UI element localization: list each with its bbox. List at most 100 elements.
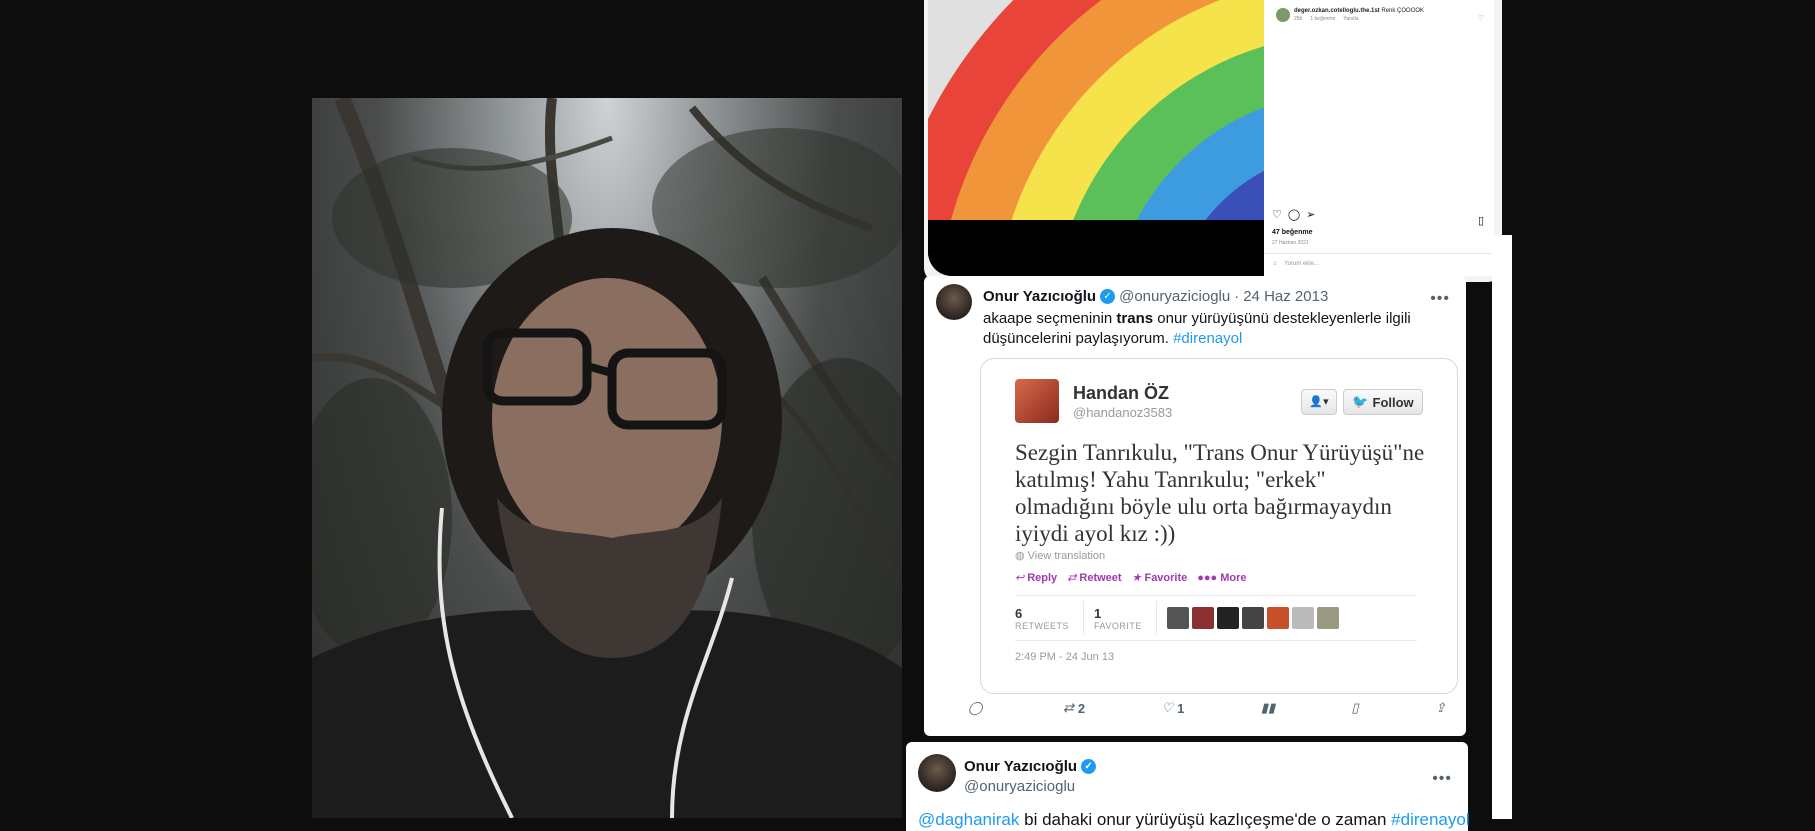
hashtag-link[interactable]: #direnayol [1391, 810, 1469, 829]
dots-icon: ●●● [1197, 571, 1218, 584]
embedded-avatar [1015, 379, 1059, 423]
collage-canvas: deger.ozkan.cotelloglu.the.1st Renk ÇOOO… [0, 0, 1815, 831]
like-button[interactable]: ♡ 1 [1162, 700, 1185, 716]
embedded-actions: ↩ Reply ⇄ Retweet ★ Favorite ●●● More [1015, 571, 1246, 585]
post-date: 27 Haziran 2021 [1272, 240, 1309, 246]
reply-button[interactable]: ◯ [968, 700, 987, 716]
avatar [1191, 607, 1214, 629]
comment-icon[interactable]: ◯ [1288, 208, 1300, 221]
embedded-stats: 6 RETWEETS 1 FAVORITE [1015, 595, 1417, 641]
tweet-text: akaape seçmeninin trans onur yürüyüşünü … [983, 309, 1423, 349]
avatar [1291, 607, 1314, 629]
embedded-tweet-screenshot[interactable]: Handan ÖZ @handanoz3583 👤▾ 🐦 Follow Sezg… [980, 358, 1458, 694]
retweet-icon: ⇄ [1062, 700, 1074, 715]
avatar [1216, 607, 1239, 629]
more-options-icon[interactable]: ••• [1432, 770, 1452, 788]
retweet-label: Retweet [1079, 571, 1122, 584]
favoriters-avatars [1166, 607, 1339, 629]
tweet-card: Onur Yazıcıoğlu ✓ @onuryazicioglu ••• @d… [906, 742, 1470, 831]
bookmark-icon: ▯ [1351, 700, 1359, 715]
person-dropdown-icon: 👤▾ [1301, 389, 1337, 415]
hashtag-link[interactable]: #direnayol [1173, 330, 1242, 347]
dot-separator: · [1234, 288, 1240, 305]
tweet-date[interactable]: 24 Haz 2013 [1243, 288, 1328, 305]
tweet-text-bold: trans [1116, 310, 1154, 327]
likes-count[interactable]: 47 beğenme [1272, 229, 1312, 236]
rainbow-graphic [928, 0, 1264, 276]
verified-badge-icon: ✓ [1100, 289, 1116, 304]
tweet-action-bar: ◯ ⇄ 2 ♡ 1 ▮▮ ▯ ⇪ [968, 700, 1446, 716]
add-comment-placeholder: Yorum ekle... [1284, 261, 1319, 267]
add-comment-field[interactable]: ☺ Yorum ekle... [1264, 253, 1494, 275]
tweet-text: @daghanirak bi dahaki onur yürüyüşü kazl… [918, 810, 1470, 830]
tweet-card: Onur Yazıcıoğlu ✓ @onuryazicioglu · 24 H… [924, 276, 1466, 736]
comment-likes[interactable]: 1 beğenme [1310, 16, 1335, 22]
tweet-author-name[interactable]: Onur Yazıcıoğlu [964, 758, 1077, 775]
view-translation: ◍ View translation [1015, 549, 1105, 562]
tweet-text-part: bi dahaki onur yürüyüşü kazlıçeşme'de o … [1019, 810, 1392, 829]
commenter-username[interactable]: deger.ozkan.cotelloglu.the.1st [1294, 8, 1380, 14]
share-icon: ⇪ [1435, 700, 1446, 715]
more-label: More [1220, 571, 1247, 584]
person-figure [312, 228, 902, 818]
comment-text: Renk ÇOOOOK [1381, 8, 1425, 14]
comment-reply[interactable]: Yanıtla [1343, 16, 1358, 22]
favorite-label: Favorite [1144, 571, 1188, 584]
retweet-count: 2 [1077, 700, 1086, 716]
rainbow-image [928, 0, 1264, 276]
share-icon[interactable]: ➢ [1306, 208, 1315, 221]
share-button[interactable]: ⇪ [1435, 700, 1446, 716]
page-edge-strip [1492, 235, 1512, 819]
embedded-reply: ↩ Reply [1015, 571, 1058, 585]
comment-age: 25h [1294, 16, 1303, 22]
comment-like-icon[interactable]: ♡ [1478, 14, 1484, 22]
instagram-comment: deger.ozkan.cotelloglu.the.1st Renk ÇOOO… [1276, 8, 1424, 22]
selfie-photo [312, 98, 902, 818]
embedded-author-handle: @handanoz3583 [1073, 405, 1173, 420]
favorites-count: 1 [1094, 605, 1102, 621]
tweet-author-name[interactable]: Onur Yazıcıoğlu [983, 288, 1096, 305]
image-bottom-bar [928, 220, 1264, 276]
avatar [1316, 607, 1339, 629]
mention-link[interactable]: @daghanirak [918, 810, 1019, 829]
bookmark-button[interactable]: ▯ [1352, 700, 1359, 716]
globe-icon: ◍ [1015, 550, 1025, 562]
heart-icon: ♡ [1161, 700, 1174, 715]
instagram-sidebar: deger.ozkan.cotelloglu.the.1st Renk ÇOOO… [1264, 0, 1494, 276]
avatar [1241, 607, 1264, 629]
tweet-author-handle[interactable]: @onuryazicioglu [964, 778, 1075, 795]
retweet-button[interactable]: ⇄ 2 [1063, 700, 1085, 716]
avatar [1266, 607, 1289, 629]
commenter-avatar[interactable] [1276, 8, 1290, 22]
emoji-icon[interactable]: ☺ [1272, 261, 1278, 268]
star-icon: ★ [1131, 572, 1142, 584]
like-count: 1 [1177, 700, 1185, 716]
follow-label: Follow [1372, 394, 1414, 410]
embedded-retweet: ⇄ Retweet [1067, 571, 1122, 585]
more-options-icon[interactable]: ••• [1430, 290, 1450, 308]
view-translation-label: View translation [1027, 550, 1106, 562]
follow-button: 🐦 Follow [1343, 389, 1423, 415]
tweet-author-handle[interactable]: @onuryazicioglu [1119, 288, 1230, 305]
embedded-author-name: Handan ÖZ [1073, 383, 1170, 403]
embedded-more: ●●● More [1197, 571, 1246, 584]
bookmark-icon[interactable]: ▯ [1478, 214, 1484, 227]
reply-icon: ↩ [1015, 572, 1025, 584]
embedded-tweet-text: Sezgin Tanrıkulu, "Trans Onur Yürüyüşü"n… [1015, 440, 1425, 546]
retweets-label: RETWEETS [1015, 620, 1070, 631]
favorites-label: FAVORITE [1094, 620, 1142, 631]
avatar [1166, 607, 1189, 629]
analytics-button[interactable]: ▮▮ [1261, 700, 1275, 716]
twitter-bird-icon: 🐦 [1352, 394, 1369, 409]
avatar[interactable] [936, 284, 972, 320]
instagram-post-card: deger.ozkan.cotelloglu.the.1st Renk ÇOOO… [924, 0, 1502, 282]
bar-chart-icon: ▮▮ [1260, 700, 1276, 715]
embedded-favorite: ★ Favorite [1131, 571, 1188, 585]
reply-label: Reply [1027, 571, 1058, 584]
tweet-text-part: akaape seçmeninin [983, 310, 1117, 327]
embedded-timestamp: 2:49 PM - 24 Jun 13 [1015, 651, 1115, 663]
like-icon[interactable]: ♡ [1272, 208, 1282, 221]
retweet-icon: ⇄ [1067, 572, 1077, 584]
avatar[interactable] [918, 754, 956, 792]
comment-icon: ◯ [968, 700, 983, 715]
